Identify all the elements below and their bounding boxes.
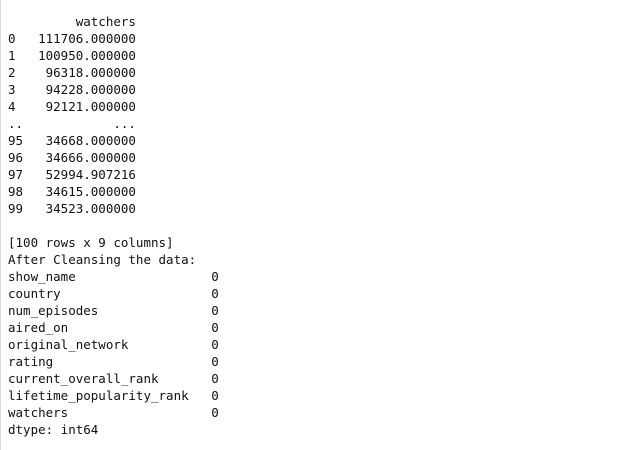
dataframe-shape: [100 rows x 9 columns] (8, 235, 174, 250)
null-count-row: aired_on 0 (8, 320, 219, 335)
dataframe-row: 99 34523.000000 (8, 201, 136, 216)
null-count-row: watchers 0 (8, 405, 219, 420)
null-count-row: country 0 (8, 286, 219, 301)
null-count-row: original_network 0 (8, 337, 219, 352)
cleansing-heading: After Cleansing the data: (8, 252, 197, 267)
dataframe-row: 4 92121.000000 (8, 99, 136, 114)
console-output-panel: watchers 0 111706.000000 1 100950.000000 2 … (0, 0, 636, 450)
dataframe-ellipsis-row: .. ... (8, 116, 136, 131)
dataframe-row: 1 100950.000000 (8, 48, 136, 63)
dataframe-row: 3 94228.000000 (8, 82, 136, 97)
null-count-row: show_name 0 (8, 269, 219, 284)
dtype-line: dtype: int64 (8, 422, 99, 437)
console-text: watchers 0 111706.000000 1 100950.000000 2 … (8, 13, 219, 438)
null-count-row: current_overall_rank 0 (8, 371, 219, 386)
dataframe-row: 96 34666.000000 (8, 150, 136, 165)
dataframe-row: 98 34615.000000 (8, 184, 136, 199)
dataframe-row: 95 34668.000000 (8, 133, 136, 148)
dataframe-row: 2 96318.000000 (8, 65, 136, 80)
null-count-row: lifetime_popularity_rank 0 (8, 388, 219, 403)
dataframe-row: 0 111706.000000 (8, 31, 136, 46)
dataframe-header: watchers (8, 14, 136, 29)
null-count-row: rating 0 (8, 354, 219, 369)
null-count-row: num_episodes 0 (8, 303, 219, 318)
dataframe-row: 97 52994.907216 (8, 167, 136, 182)
